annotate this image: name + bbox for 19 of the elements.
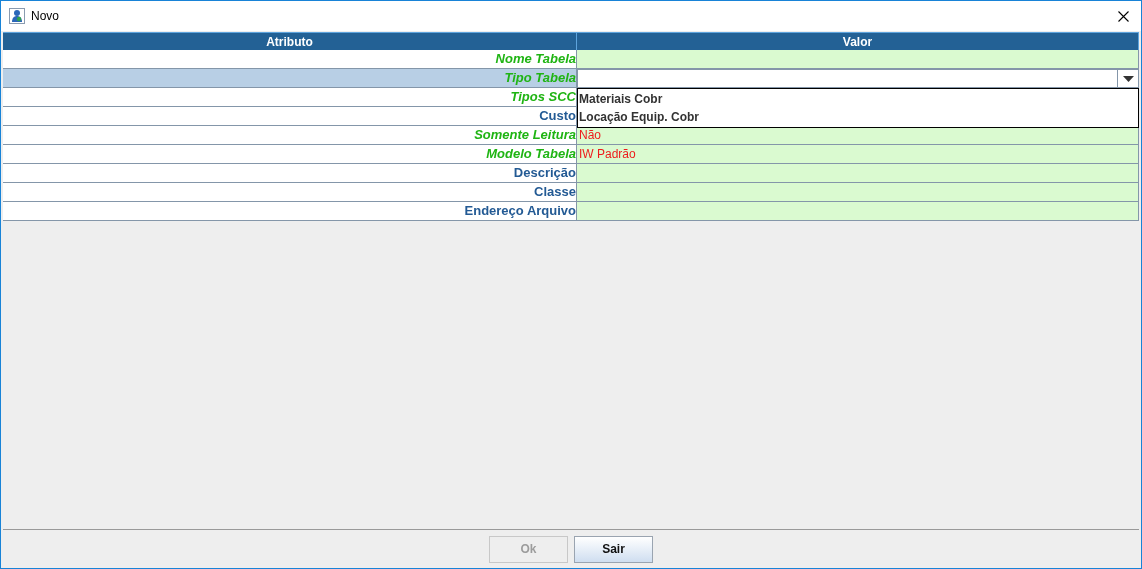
window-title: Novo	[31, 9, 59, 23]
value-cell[interactable]	[577, 50, 1139, 69]
value-cell[interactable]	[577, 164, 1139, 183]
value-cell[interactable]	[577, 183, 1139, 202]
close-icon	[1117, 10, 1129, 22]
value-cell[interactable]	[577, 202, 1139, 221]
value-cell[interactable]: IW Padrão	[577, 145, 1139, 164]
attribute-cell[interactable]: Endereço Arquivo	[3, 202, 577, 221]
dropdown-option[interactable]: Locação Equip. Cobr	[578, 108, 1138, 126]
column-header[interactable]: Valor	[577, 32, 1139, 50]
attribute-cell[interactable]: Descrição	[3, 164, 577, 183]
dropdown-option[interactable]: Materiais Cobr	[578, 90, 1138, 108]
dropdown-field[interactable]	[577, 69, 1139, 88]
column-header[interactable]: Atributo	[3, 32, 577, 50]
dialog-button[interactable]: Sair	[574, 535, 653, 563]
dropdown-arrow-icon	[1122, 75, 1134, 82]
attribute-cell[interactable]: Custo	[3, 107, 577, 126]
app-icon	[9, 8, 25, 24]
attribute-cell[interactable]: Classe	[3, 183, 577, 202]
